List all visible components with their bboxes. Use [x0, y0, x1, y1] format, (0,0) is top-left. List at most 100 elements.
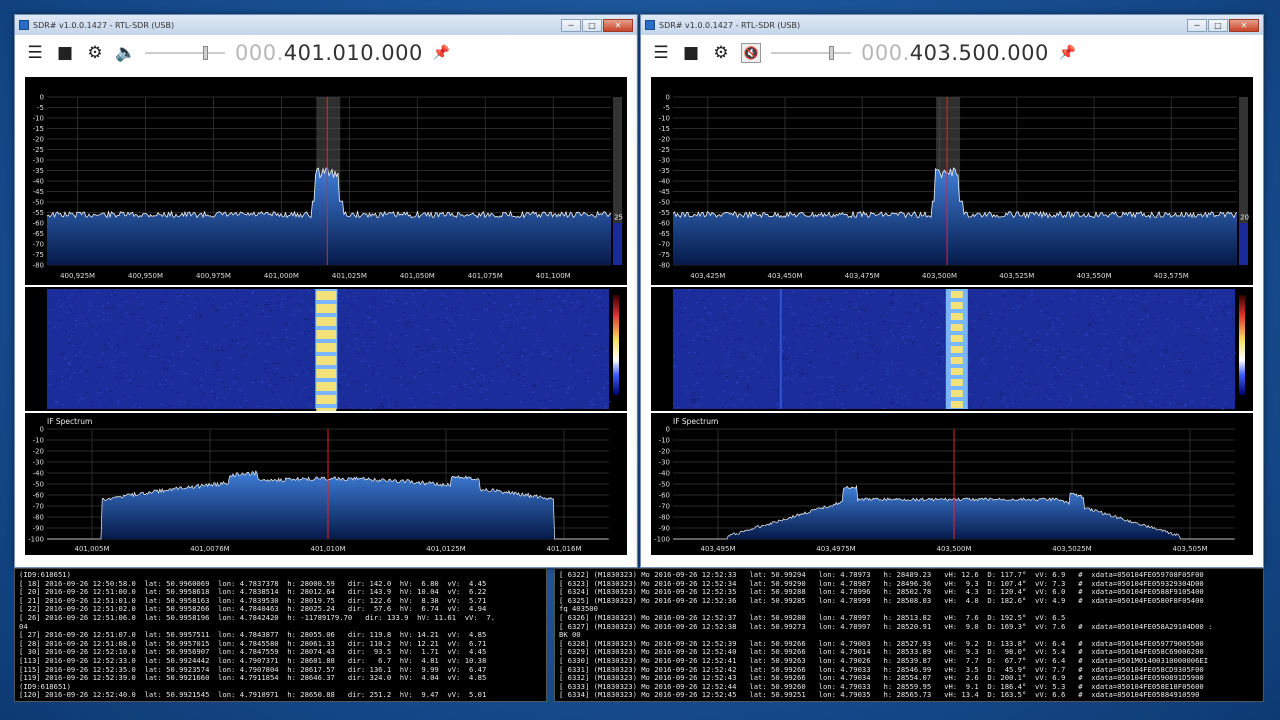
sdr-window-left[interactable]: SDR# v1.0.0.1427 - RTL-SDR (USB) ─ □ ✕ ☰… [14, 14, 638, 568]
x-tick-label: 403,4975M [816, 545, 855, 553]
y-tick-label: -90 [33, 525, 44, 533]
x-tick-label: 400,925M [60, 272, 95, 280]
x-tick-label: 401,075M [468, 272, 503, 280]
gain-value-label: 20 [1240, 214, 1249, 222]
maximize-button[interactable]: □ [582, 18, 602, 32]
pin-icon[interactable]: 📌 [433, 45, 450, 61]
spectrum-panel[interactable]: 0 -5 -10 -15 -20 -25 -30 -35 -40 -45 -50 -55 -60 -65 -… [25, 77, 627, 285]
y-tick-label: -5 [663, 104, 670, 112]
y-tick-label: 0 [666, 426, 670, 434]
y-tick-label: -80 [33, 514, 44, 522]
x-tick-label: 401,010M [311, 545, 346, 553]
y-tick-label: -75 [33, 251, 44, 259]
y-tick-label: -35 [659, 167, 670, 175]
close-button[interactable]: ✕ [603, 18, 633, 32]
sdr-window-right[interactable]: SDR# v1.0.0.1427 - RTL-SDR (USB) ─ □ ✕ ☰… [640, 14, 1264, 568]
app-icon [645, 20, 655, 30]
window-titlebar[interactable]: SDR# v1.0.0.1427 - RTL-SDR (USB) ─ □ ✕ [15, 15, 637, 35]
x-tick-label: 401,0125M [426, 545, 465, 553]
y-tick-label: -60 [659, 492, 670, 500]
y-tick-label: -50 [33, 199, 44, 207]
menu-icon[interactable]: ☰ [651, 43, 671, 63]
gain-value-label: 25 [614, 214, 623, 222]
x-tick-label: 400,950M [128, 272, 163, 280]
y-tick-label: -40 [659, 178, 670, 186]
maximize-button[interactable]: □ [1208, 18, 1228, 32]
x-tick-label: 403,575M [1154, 272, 1189, 280]
waterfall-panel[interactable] [651, 287, 1253, 411]
app-icon [19, 20, 29, 30]
y-tick-label: -55 [33, 209, 44, 217]
stop-icon[interactable]: ■ [681, 43, 701, 63]
frequency-display[interactable]: 000.403.500.000 [861, 41, 1049, 65]
y-tick-label: -40 [33, 470, 44, 478]
if-spectrum-title: IF Spectrum [47, 417, 92, 426]
y-tick-label: -75 [659, 251, 670, 259]
y-tick-label: -20 [33, 448, 44, 456]
stop-icon[interactable]: ■ [55, 43, 75, 63]
decoder-log-console-left[interactable]: (ID9:618651)[ 18] 2016-09-26 12:50:58.0 … [14, 568, 547, 702]
y-tick-label: 0 [40, 94, 44, 102]
window-title: SDR# v1.0.0.1427 - RTL-SDR (USB) [659, 20, 801, 30]
y-tick-label: -60 [33, 492, 44, 500]
y-tick-label: -15 [659, 125, 670, 133]
close-button[interactable]: ✕ [1229, 18, 1259, 32]
y-tick-label: -45 [659, 188, 670, 196]
window-title: SDR# v1.0.0.1427 - RTL-SDR (USB) [33, 20, 175, 30]
y-tick-label: -50 [659, 199, 670, 207]
y-tick-label: -90 [659, 525, 670, 533]
if-spectrum-title: IF Spectrum [673, 417, 718, 426]
minimize-button[interactable]: ─ [561, 18, 581, 32]
spectrum-panel[interactable]: 0 -5 -10 -15 -20 -25 -30 -35 -40 -45 -50 -55 -60 -65 -… [651, 77, 1253, 285]
x-tick-label: 401,005M [75, 545, 110, 553]
volume-slider[interactable] [145, 46, 225, 60]
x-tick-label: 403,425M [690, 272, 725, 280]
y-tick-label: -20 [33, 136, 44, 144]
decoder-log-console-right[interactable]: [ 6322] (M1830323) Mo 2016-09-26 12:52:3… [554, 568, 1264, 702]
y-tick-label: -30 [33, 157, 44, 165]
mute-icon[interactable]: 🔇 [741, 43, 761, 63]
menu-icon[interactable]: ☰ [25, 43, 45, 63]
y-tick-label: -45 [33, 188, 44, 196]
gear-icon[interactable]: ⚙ [711, 43, 731, 63]
y-tick-label: -10 [33, 437, 44, 445]
if-spectrum-panel[interactable]: IF Spectrum 0 -10 -20 -30 -40 -50 -60 -70 -80 -90 -… [25, 413, 627, 555]
y-tick-label: -25 [659, 146, 670, 154]
y-tick-label: -40 [659, 470, 670, 478]
y-tick-label: -65 [659, 230, 670, 238]
waterfall-panel[interactable] [25, 287, 627, 411]
toolbar: ☰ ■ ⚙ 🔇 000.403.500.000 📌 [641, 35, 1263, 71]
gear-icon[interactable]: ⚙ [85, 43, 105, 63]
pin-icon[interactable]: 📌 [1059, 45, 1076, 61]
x-tick-label: 401,100M [536, 272, 571, 280]
x-tick-label: 403,505M [1173, 545, 1208, 553]
x-tick-label: 401,0076M [190, 545, 229, 553]
y-tick-label: -50 [659, 481, 670, 489]
frequency-display[interactable]: 000.401.010.000 [235, 41, 423, 65]
x-tick-label: 403,5025M [1052, 545, 1091, 553]
y-tick-label: -10 [659, 437, 670, 445]
y-tick-label: -65 [33, 230, 44, 238]
y-tick-label: -70 [33, 503, 44, 511]
x-tick-label: 403,525M [999, 272, 1034, 280]
volume-slider[interactable] [771, 46, 851, 60]
log-line: [119] 2016-09-26 12:52:39.0 lat: 50.9921… [19, 673, 487, 683]
log-line: [ 6325] (M1830323) Mo 2016-09-26 12:52:3… [559, 595, 1204, 605]
y-tick-label: -50 [33, 481, 44, 489]
y-tick-label: -80 [659, 262, 670, 270]
y-tick-label: -25 [33, 146, 44, 154]
x-tick-label: 403,475M [845, 272, 880, 280]
y-tick-label: -30 [659, 459, 670, 467]
speaker-icon[interactable]: 🔈 [115, 43, 136, 63]
window-titlebar[interactable]: SDR# v1.0.0.1427 - RTL-SDR (USB) ─ □ ✕ [641, 15, 1263, 35]
x-tick-label: 403,550M [1077, 272, 1112, 280]
y-tick-label: -60 [659, 220, 670, 228]
x-tick-label: 401,050M [400, 272, 435, 280]
if-spectrum-panel[interactable]: IF Spectrum 0 -10 -20 -30 -40 -50 -60 -70 -80 -90 -… [651, 413, 1253, 555]
y-tick-label: -15 [33, 125, 44, 133]
y-tick-label: -80 [659, 514, 670, 522]
x-tick-label: 403,500M [922, 272, 957, 280]
x-tick-label: 403,500M [937, 545, 972, 553]
minimize-button[interactable]: ─ [1187, 18, 1207, 32]
log-line: [ 26] 2016-09-26 12:51:06.0 lat: 50.9958… [19, 612, 495, 622]
